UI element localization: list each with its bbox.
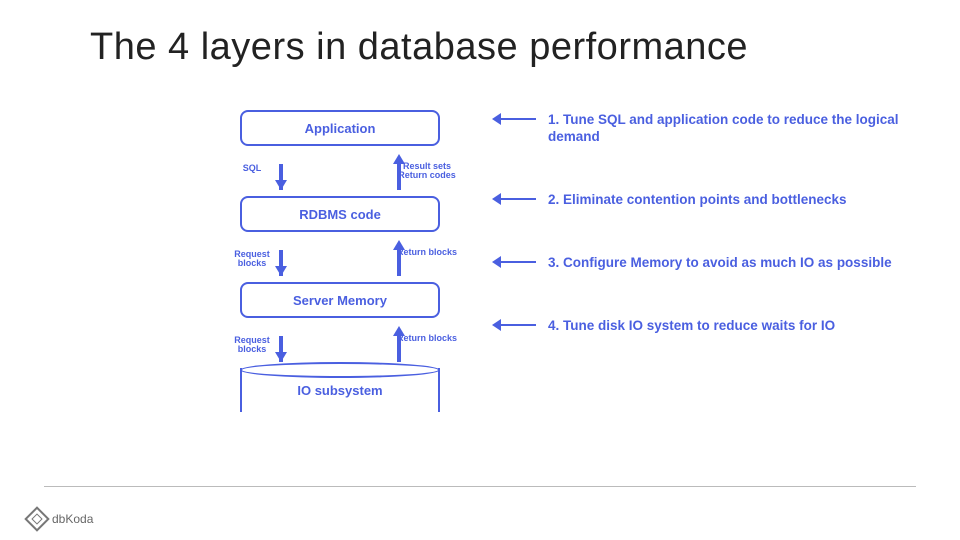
layer-diagram: Application SQL Result sets Return codes… xyxy=(200,110,480,412)
step-text: 4. Tune disk IO system to reduce waits f… xyxy=(548,318,835,333)
flow-up-label: Return blocks xyxy=(396,248,458,257)
brand: dbKoda xyxy=(28,510,93,528)
step-3: 3. Configure Memory to avoid as much IO … xyxy=(500,255,900,272)
step-4: 4. Tune disk IO system to reduce waits f… xyxy=(500,318,900,335)
step-text: 3. Configure Memory to avoid as much IO … xyxy=(548,255,892,270)
arrow-left-icon xyxy=(500,324,536,326)
brand-logo-icon xyxy=(24,506,49,531)
layer-application: Application xyxy=(240,110,440,146)
layer-rdbms: RDBMS code xyxy=(240,196,440,232)
arrow-down-icon xyxy=(275,352,287,362)
step-2: 2. Eliminate contention points and bottl… xyxy=(500,192,900,209)
layer-io-subsystem: IO subsystem xyxy=(240,368,440,412)
footer-divider xyxy=(44,486,916,487)
layer-io-label: IO subsystem xyxy=(297,383,382,398)
flow-down-label: Request blocks xyxy=(222,250,282,269)
flow-app-rdbms: SQL Result sets Return codes xyxy=(200,150,480,192)
arrow-left-icon xyxy=(500,198,536,200)
layer-memory: Server Memory xyxy=(240,282,440,318)
flow-up-label: Return blocks xyxy=(396,334,458,343)
flow-up-label: Result sets Return codes xyxy=(396,162,458,181)
flow-rdbms-memory: Request blocks Return blocks xyxy=(200,236,480,278)
flow-down-label: SQL xyxy=(222,164,282,173)
slide: The 4 layers in database performance App… xyxy=(0,0,960,540)
step-1: 1. Tune SQL and application code to redu… xyxy=(500,112,900,146)
steps-list: 1. Tune SQL and application code to redu… xyxy=(500,112,900,334)
step-text: 1. Tune SQL and application code to redu… xyxy=(548,112,899,144)
page-title: The 4 layers in database performance xyxy=(90,26,748,69)
arrow-down-icon xyxy=(275,180,287,190)
arrow-down-icon xyxy=(275,266,287,276)
brand-text: dbKoda xyxy=(52,512,93,526)
arrow-left-icon xyxy=(500,261,536,263)
step-text: 2. Eliminate contention points and bottl… xyxy=(548,192,847,207)
flow-down-label: Request blocks xyxy=(222,336,282,355)
flow-memory-io: Request blocks Return blocks xyxy=(200,322,480,364)
arrow-left-icon xyxy=(500,118,536,120)
